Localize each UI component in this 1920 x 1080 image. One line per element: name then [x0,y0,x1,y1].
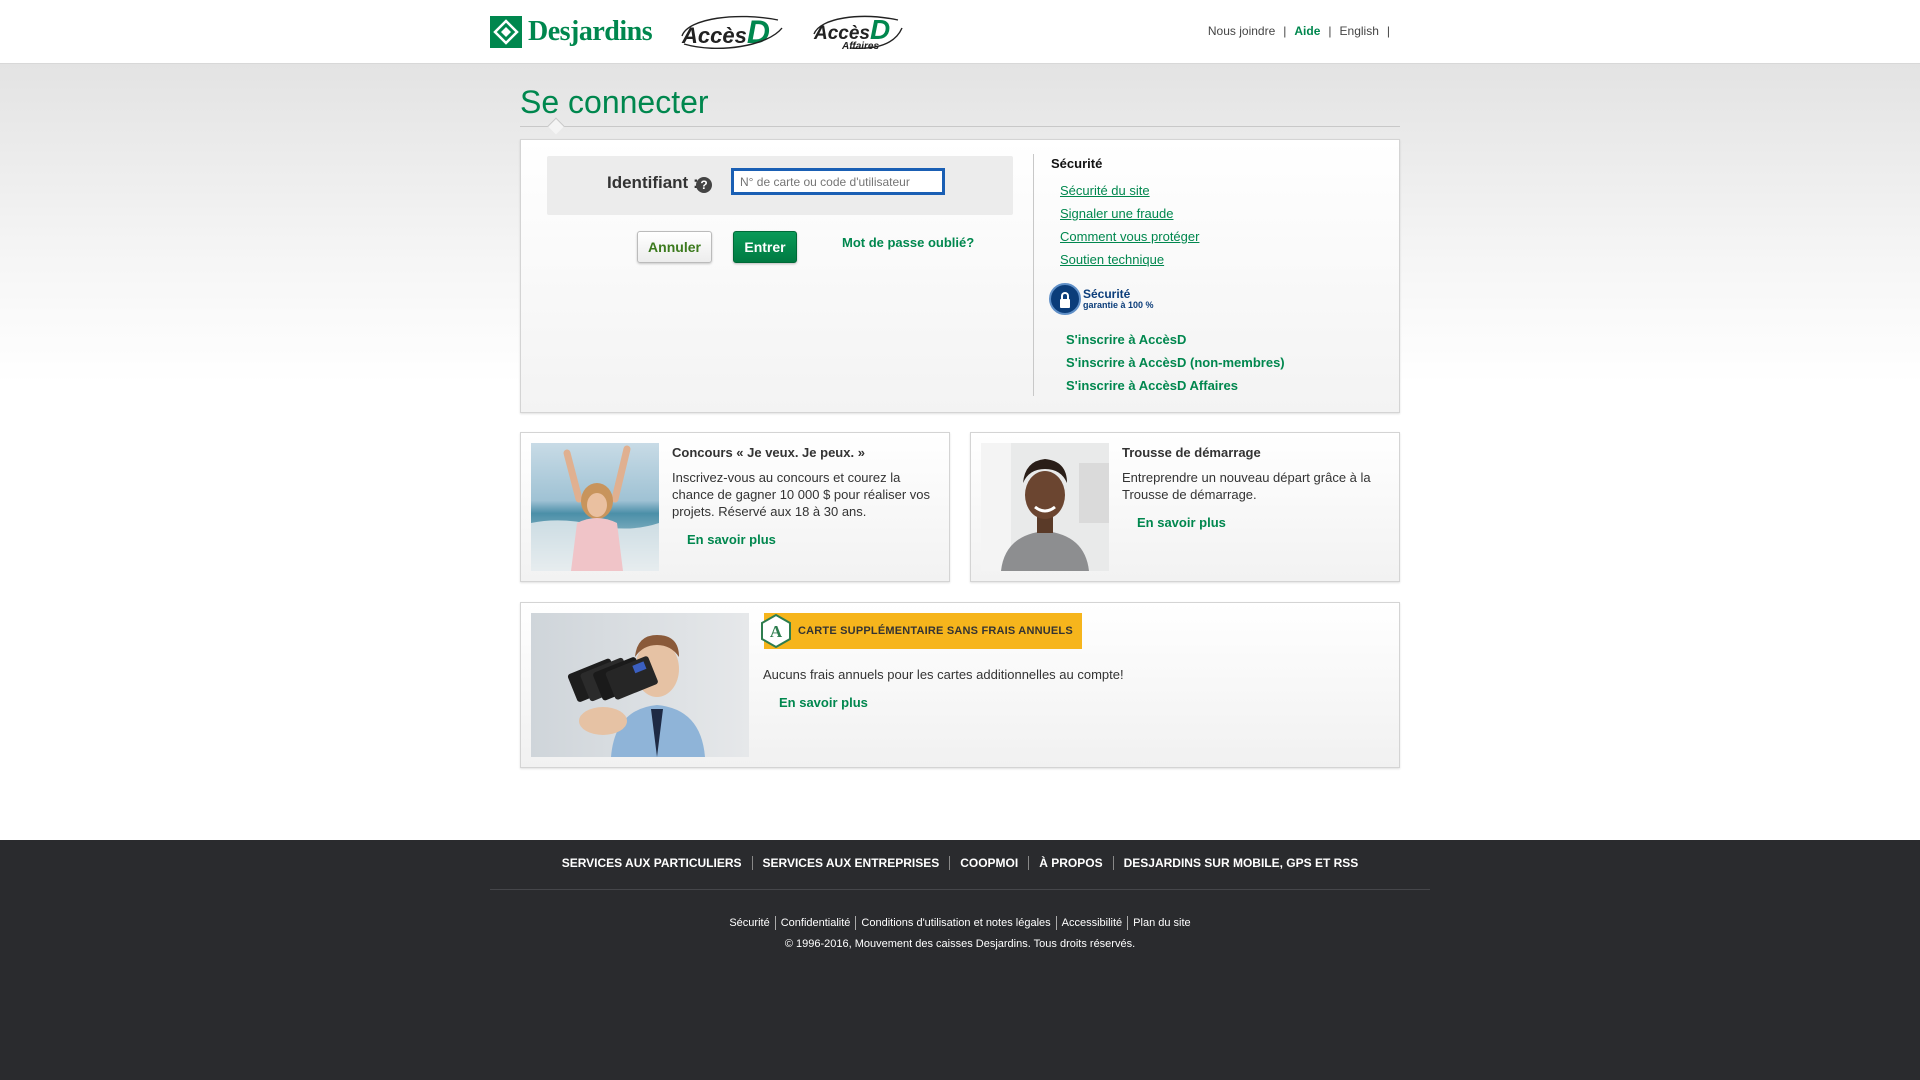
promo-contest: Concours « Je veux. Je peux. » Inscrivez… [520,432,950,582]
footer-link[interactable]: Sécurité [724,916,774,930]
footer-nav-item[interactable]: DESJARDINS SUR MOBILE, GPS ET RSS [1112,856,1369,870]
language-link[interactable]: English [1340,24,1379,38]
security-link-protect[interactable]: Comment vous protéger [1060,229,1199,244]
security-link-support[interactable]: Soutien technique [1060,252,1164,267]
footer-nav-item[interactable]: SERVICES AUX PARTICULIERS [552,856,752,870]
enter-button[interactable]: Entrer [733,231,797,263]
accesd-affaires-sub: Affaires [842,41,880,52]
promo-text: Inscrivez-vous au concours et courez la … [672,470,931,519]
help-link[interactable]: Aide [1294,24,1320,38]
guarantee-line2: garantie à 100 % [1083,300,1154,310]
promo-extra-card: A CARTE SUPPLÉMENTAIRE SANS FRAIS ANNUEL… [520,602,1400,768]
footer-nav: SERVICES AUX PARTICULIERS SERVICES AUX E… [0,856,1920,870]
copyright: © 1996-2016, Mouvement des caisses Desja… [784,938,1136,950]
separator: | [1386,24,1390,38]
contact-link[interactable]: Nous joindre [1208,24,1275,38]
footer-link[interactable]: Conditions d'utilisation et notes légale… [855,916,1055,930]
page-title: Se connecter [520,84,709,120]
forgot-password-link[interactable]: Mot de passe oublié? [842,235,974,250]
card-learn-more-link[interactable]: En savoir plus [779,695,868,710]
brand-name: Desjardins [528,16,653,47]
footer-divider [490,889,1430,890]
badge-a-icon: A [761,614,791,648]
banner-text: CARTE SUPPLÉMENTAIRE SANS FRAIS ANNUELS [798,625,1073,637]
badge-letter: A [770,622,783,641]
help-icon[interactable]: ? [696,177,712,193]
credit-cards-photo[interactable] [531,613,749,757]
offer-banner: A CARTE SUPPLÉMENTAIRE SANS FRAIS ANNUEL… [761,613,1082,649]
identifier-label: Identifiant : [607,173,699,192]
security-link-site[interactable]: Sécurité du site [1060,183,1150,198]
desjardins-emblem-icon [490,16,522,48]
promo-starter-kit: Trousse de démarrage Entreprendre un nou… [970,432,1400,582]
accesd-affaires-logo[interactable]: AccèsD Affaires [813,14,903,52]
security-title: Sécurité [1051,156,1103,171]
footer-nav-item[interactable]: À PROPOS [1028,856,1112,870]
promo-text: Entreprendre un nouveau départ grâce à l… [1122,470,1371,502]
promo-title: Trousse de démarrage [1122,445,1261,460]
starter-kit-photo[interactable] [981,443,1109,571]
identifier-box: Identifiant : ? [547,156,1013,215]
accesd-logo[interactable]: AccèsD [681,14,783,51]
footer-nav-item[interactable]: COOPMOI [949,856,1028,870]
card-promo-text: Aucuns frais annuels pour les cartes add… [763,667,1124,682]
top-links: Nous joindre | Aide | English | [1208,24,1390,38]
title-divider [520,126,1400,127]
desjardins-logo[interactable]: Desjardins [490,15,653,49]
register-accesd-affaires-link[interactable]: S'inscrire à AccèsD Affaires [1066,378,1238,393]
footer-nav-item[interactable]: SERVICES AUX ENTREPRISES [751,856,950,870]
register-accesd-nonmember-link[interactable]: S'inscrire à AccèsD (non-membres) [1066,355,1285,370]
login-panel: Identifiant : ? Annuler Entrer Mot de pa… [520,139,1400,413]
footer-link[interactable]: Accessibilité [1055,916,1128,930]
footer-link[interactable]: Plan du site [1127,916,1195,930]
promo-title: Concours « Je veux. Je peux. » [672,445,865,460]
guarantee-line1: Sécurité [1083,287,1131,301]
panel-divider [1033,154,1034,396]
contest-learn-more-link[interactable]: En savoir plus [687,532,776,547]
security-link-fraud[interactable]: Signaler une fraude [1060,206,1173,221]
identifier-input[interactable] [731,168,945,195]
contest-photo[interactable] [531,443,659,571]
separator: | [1283,24,1287,38]
separator: | [1328,24,1332,38]
footer-links: Sécurité Confidentialité Conditions d'ut… [0,916,1920,930]
starter-kit-learn-more-link[interactable]: En savoir plus [1137,515,1226,530]
site-footer: SERVICES AUX PARTICULIERS SERVICES AUX E… [0,840,1920,1080]
security-guarantee-badge[interactable]: Sécurité garantie à 100 % [1049,283,1154,315]
footer-link[interactable]: Confidentialité [774,916,856,930]
register-accesd-link[interactable]: S'inscrire à AccèsD [1066,332,1186,347]
site-header: Desjardins AccèsD AccèsD Affaires Nous j… [0,0,1920,64]
lock-icon [1049,283,1081,315]
cancel-button[interactable]: Annuler [637,231,712,263]
